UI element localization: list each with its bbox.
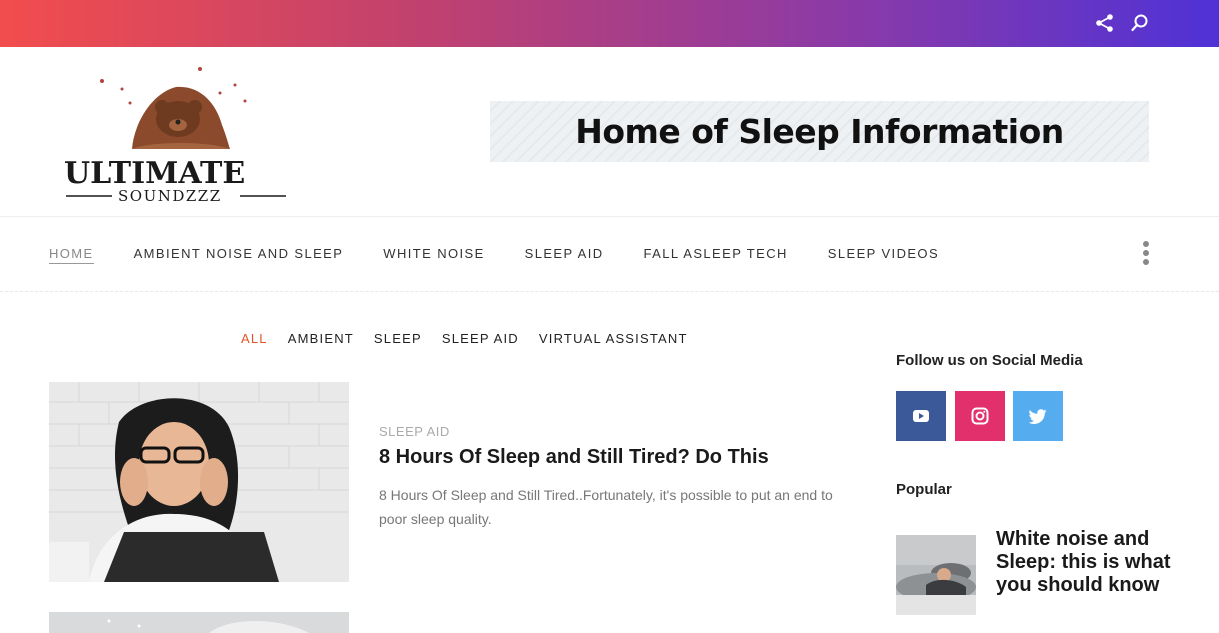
twitter-button[interactable]: [1013, 391, 1063, 441]
follow-us-title: Follow us on Social Media: [896, 352, 1083, 369]
more-menu-icon[interactable]: [1140, 241, 1152, 269]
filter-tab-sleep[interactable]: SLEEP: [374, 331, 422, 346]
post-thumbnail[interactable]: [49, 382, 349, 582]
nav-item-fall-asleep-tech[interactable]: FALL ASLEEP TECH: [644, 246, 788, 264]
header-banner[interactable]: Home of Sleep Information: [490, 101, 1149, 162]
post-category[interactable]: SLEEP AID: [379, 424, 450, 439]
instagram-icon: [971, 407, 989, 425]
top-bar: [0, 0, 1219, 47]
search-icon[interactable]: [1130, 13, 1150, 33]
youtube-icon: [913, 410, 929, 422]
youtube-button[interactable]: [896, 391, 946, 441]
nav-item-ambient-noise-and-sleep[interactable]: AMBIENT NOISE AND SLEEP: [134, 246, 344, 264]
site-header: ULTIMATE SOUNDZZZ Home of Sleep Informat…: [0, 47, 1219, 217]
nav-item-white-noise[interactable]: WHITE NOISE: [383, 246, 484, 264]
share-icon[interactable]: [1095, 13, 1115, 33]
site-logo[interactable]: ULTIMATE SOUNDZZZ: [60, 63, 292, 203]
filter-tab-ambient[interactable]: AMBIENT: [288, 331, 354, 346]
post-title[interactable]: 8 Hours Of Sleep and Still Tired? Do Thi…: [379, 446, 769, 469]
banner-text: Home of Sleep Information: [575, 112, 1064, 151]
main-nav: HOME AMBIENT NOISE AND SLEEP WHITE NOISE…: [0, 217, 1219, 292]
nav-item-home[interactable]: HOME: [49, 246, 94, 264]
category-filter-tabs: ALL AMBIENT SLEEP SLEEP AID VIRTUAL ASSI…: [241, 331, 708, 346]
nav-item-sleep-videos[interactable]: SLEEP VIDEOS: [828, 246, 939, 264]
next-post-thumbnail[interactable]: [49, 612, 349, 633]
filter-tab-all[interactable]: ALL: [241, 331, 268, 346]
nav-item-sleep-aid[interactable]: SLEEP AID: [525, 246, 604, 264]
filter-tab-sleep-aid[interactable]: SLEEP AID: [442, 331, 519, 346]
popular-title: Popular: [896, 481, 952, 498]
filter-tab-virtual-assistant[interactable]: VIRTUAL ASSISTANT: [539, 331, 688, 346]
popular-post-title[interactable]: White noise and Sleep: this is what you …: [996, 528, 1171, 597]
instagram-button[interactable]: [955, 391, 1005, 441]
logo-subtitle: SOUNDZZZ: [118, 187, 222, 203]
logo-title: ULTIMATE: [64, 156, 245, 191]
twitter-icon: [1029, 408, 1047, 424]
post-excerpt: 8 Hours Of Sleep and Still Tired..Fortun…: [379, 487, 833, 527]
popular-post-thumbnail[interactable]: [896, 535, 976, 615]
